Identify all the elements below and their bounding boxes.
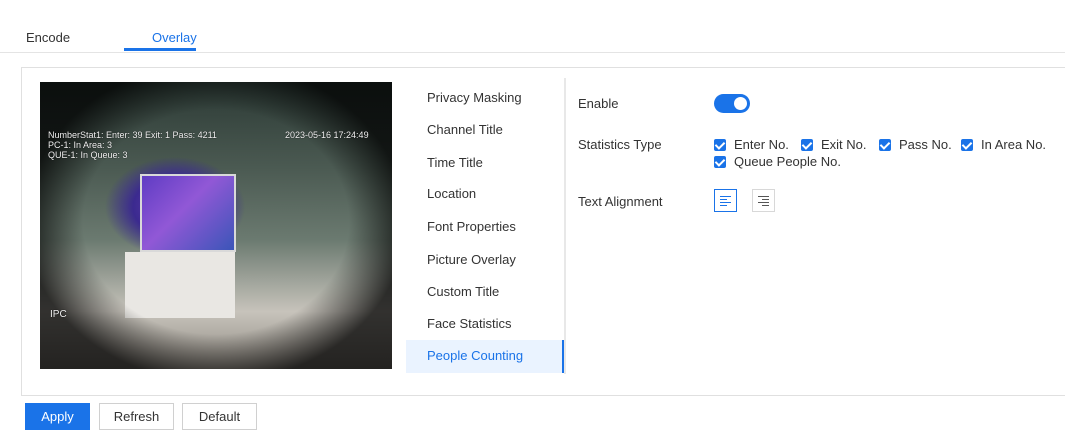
osd-timestamp: 2023-05-16 17:24:49 [285,130,369,140]
left-align-icon[interactable] [714,189,737,212]
checkbox-label: Pass No. [899,137,952,152]
checkbox-exit-no[interactable]: Exit No. [801,137,867,152]
statistics-type-label: Statistics Type [578,137,662,152]
tab-bar: Encode Overlay [0,0,1065,53]
menu-item-time-title[interactable]: Time Title [427,155,483,170]
menu-item-label: People Counting [427,348,524,363]
menu-item-location[interactable]: Location [427,186,476,201]
tab-overlay[interactable]: Overlay [152,30,197,45]
text-alignment-label: Text Alignment [578,194,663,209]
menu-item-privacy-masking[interactable]: Privacy Masking [427,90,522,105]
checkbox-checked-icon [714,138,726,151]
menu-item-picture-overlay[interactable]: Picture Overlay [427,252,516,267]
video-preview: NumberStat1: Enter: 39 Exit: 1 Pass: 421… [40,82,392,369]
overlay-panel: NumberStat1: Enter: 39 Exit: 1 Pass: 421… [21,67,1065,396]
osd-queue-stats: QUE-1: In Queue: 3 [48,150,128,160]
checkbox-queue-people-no[interactable]: Queue People No. [714,154,841,169]
osd-people-stats: NumberStat1: Enter: 39 Exit: 1 Pass: 421… [48,130,217,140]
checkbox-in-area-no[interactable]: In Area No. [961,137,1046,152]
default-button[interactable]: Default [182,403,257,430]
enable-toggle[interactable] [714,94,750,113]
checkbox-checked-icon [801,138,813,151]
checkbox-checked-icon [714,155,726,168]
osd-device-label: IPC [50,309,67,320]
enable-label: Enable [578,96,619,111]
right-align-icon[interactable] [752,189,775,212]
menu-item-people-counting[interactable]: People Counting [406,340,562,373]
active-menu-indicator [562,340,564,373]
overlay-menu: Privacy Masking Channel Title Time Title… [406,78,566,374]
menu-item-custom-title[interactable]: Custom Title [427,284,499,299]
checkbox-label: In Area No. [981,137,1047,152]
tab-encode[interactable]: Encode [26,30,70,45]
checkbox-checked-icon [961,138,973,151]
checkbox-label: Exit No. [821,137,867,152]
active-tab-indicator [124,48,196,51]
checkbox-enter-no[interactable]: Enter No. [714,137,789,152]
menu-item-face-statistics[interactable]: Face Statistics [427,316,512,331]
menu-item-channel-title[interactable]: Channel Title [427,122,503,137]
apply-button[interactable]: Apply [25,403,90,430]
checkbox-pass-no[interactable]: Pass No. [879,137,952,152]
checkbox-label: Enter No. [734,137,789,152]
refresh-button[interactable]: Refresh [99,403,174,430]
osd-area-stats: PC-1: In Area: 3 [48,140,113,150]
lens-vignette [40,82,392,369]
menu-item-font-properties[interactable]: Font Properties [427,219,516,234]
checkbox-label: Queue People No. [734,154,841,169]
checkbox-checked-icon [879,138,891,151]
